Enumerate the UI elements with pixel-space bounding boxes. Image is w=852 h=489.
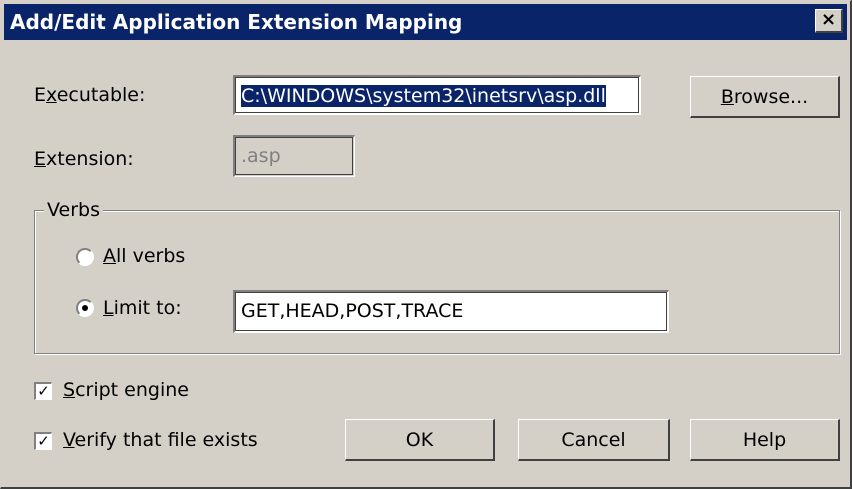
limit-verbs-input[interactable]: GET,HEAD,POST,TRACE bbox=[233, 290, 669, 333]
executable-label: Executable: bbox=[34, 84, 146, 106]
limit-to-label[interactable]: Limit to: bbox=[103, 297, 182, 319]
check-icon: ✓ bbox=[37, 432, 50, 450]
script-engine-label[interactable]: Script engine bbox=[63, 379, 189, 401]
help-button[interactable]: Help bbox=[690, 419, 840, 461]
limit-verbs-value: GET,HEAD,POST,TRACE bbox=[241, 300, 464, 322]
limit-to-radio[interactable] bbox=[76, 299, 94, 317]
browse-button[interactable]: Browse... bbox=[690, 76, 840, 118]
extension-input: .asp bbox=[233, 135, 355, 177]
executable-value: C:\WINDOWS\system32\inetsrv\asp.dll bbox=[241, 85, 606, 107]
ok-button[interactable]: OK bbox=[345, 419, 495, 461]
executable-input[interactable]: C:\WINDOWS\system32\inetsrv\asp.dll bbox=[233, 75, 641, 115]
verify-file-checkbox[interactable]: ✓ bbox=[34, 432, 52, 450]
dialog-window: Add/Edit Application Extension Mapping ×… bbox=[0, 0, 852, 489]
verify-file-label[interactable]: Verify that file exists bbox=[63, 429, 258, 451]
title-bar[interactable]: Add/Edit Application Extension Mapping × bbox=[4, 4, 847, 40]
close-icon: × bbox=[820, 9, 837, 30]
close-button[interactable]: × bbox=[815, 9, 843, 33]
radio-selected-dot bbox=[82, 305, 88, 311]
check-icon: ✓ bbox=[37, 382, 50, 400]
all-verbs-radio[interactable] bbox=[76, 248, 94, 266]
extension-value: .asp bbox=[241, 145, 281, 167]
cancel-button[interactable]: Cancel bbox=[518, 419, 670, 461]
dialog-title: Add/Edit Application Extension Mapping bbox=[10, 10, 463, 34]
extension-label: Extension: bbox=[34, 148, 134, 170]
script-engine-checkbox[interactable]: ✓ bbox=[34, 382, 52, 400]
all-verbs-label[interactable]: All verbs bbox=[103, 245, 185, 267]
verbs-group-label: Verbs bbox=[44, 200, 103, 220]
